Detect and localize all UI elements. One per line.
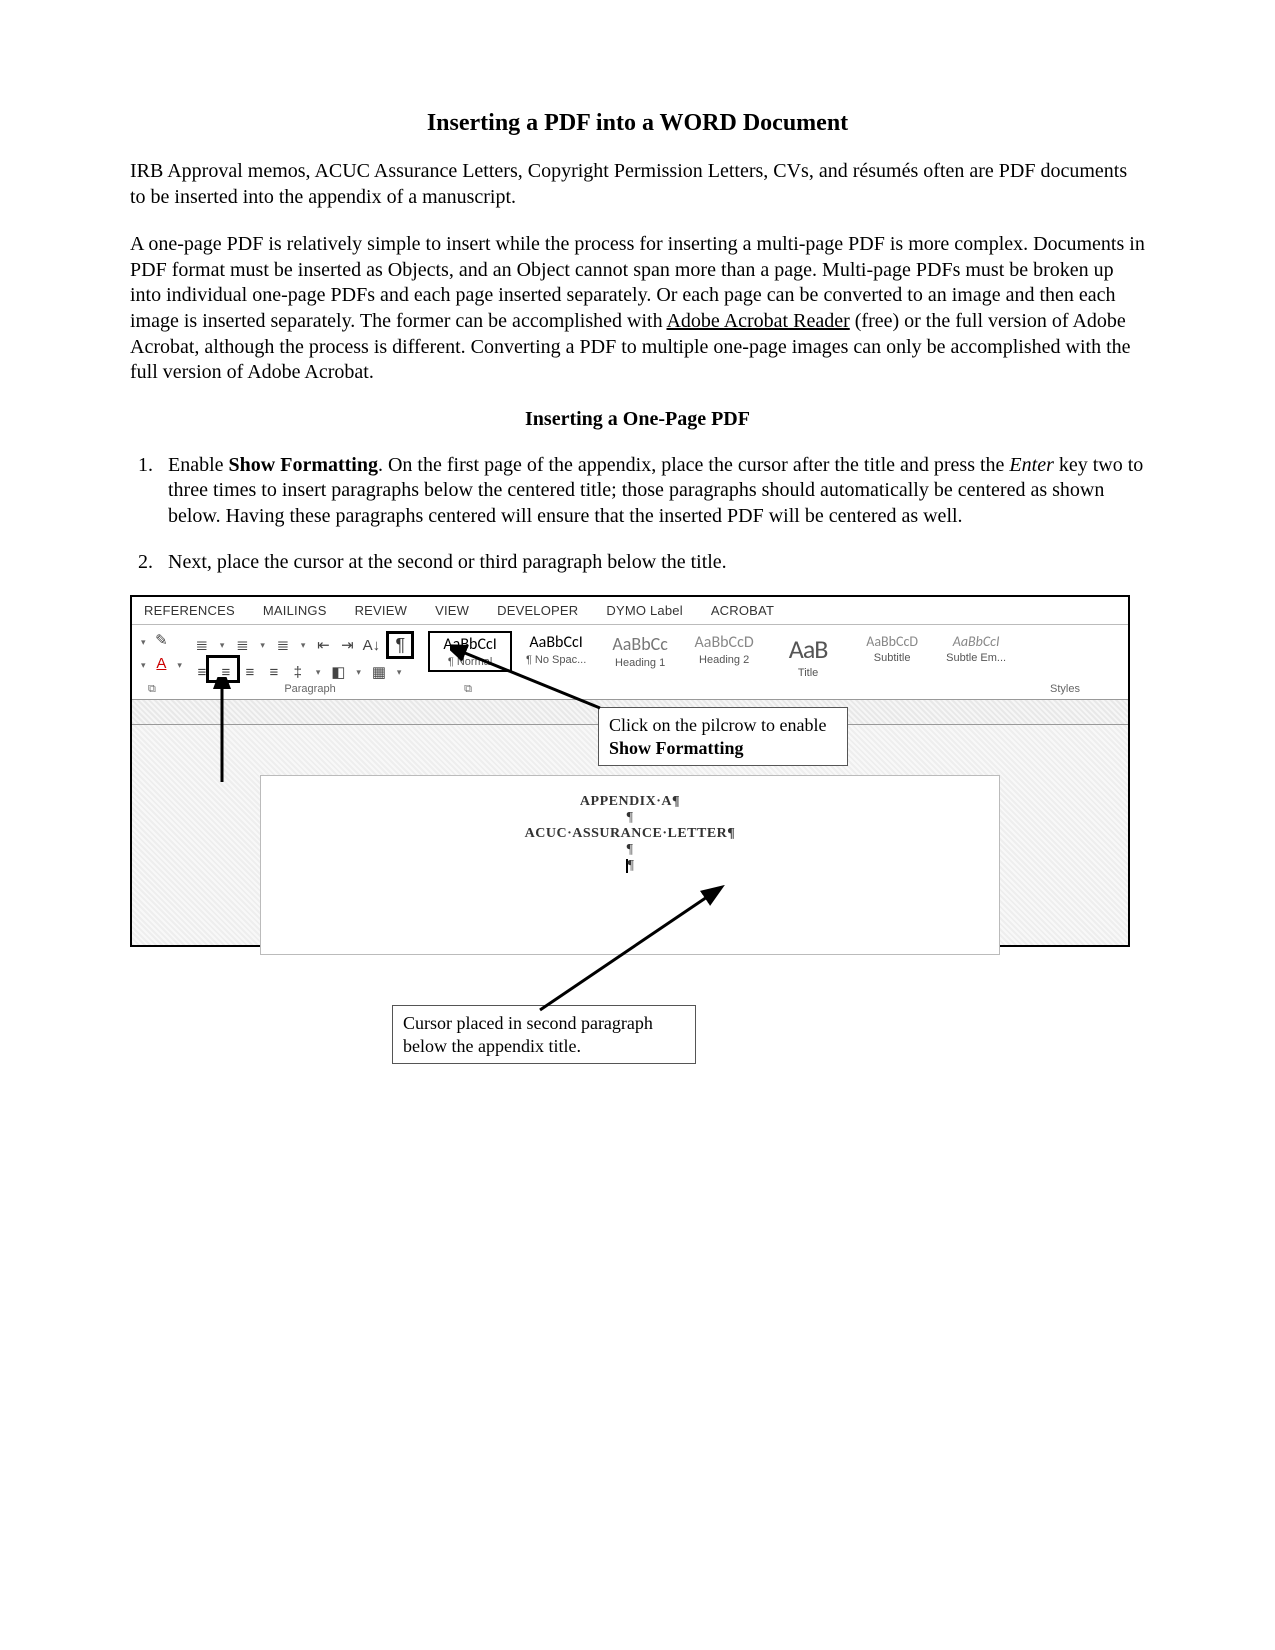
tab-review[interactable]: REVIEW — [355, 603, 407, 618]
line-spacing-dropdown-icon[interactable]: ▾ — [313, 667, 324, 678]
borders-dropdown-icon[interactable]: ▾ — [394, 667, 405, 678]
style-subtleem-label: Subtle Em... — [946, 652, 1006, 664]
style-subtitle[interactable]: AaBbCcD Subtitle — [852, 631, 932, 666]
doc-cursor-paragraph: ¶ — [626, 858, 635, 874]
step1-a: Enable — [168, 454, 229, 476]
format-painter-icon[interactable]: ✎ — [152, 631, 170, 649]
style-h1-label: Heading 1 — [615, 657, 665, 669]
word-ribbon-figure: REFERENCES MAILINGS REVIEW VIEW DEVELOPE… — [130, 595, 1130, 947]
style-h1-preview: AaBbCc — [612, 633, 668, 655]
step1-enter-key: Enter — [1009, 454, 1053, 476]
decrease-indent-icon[interactable]: ⇤ — [314, 636, 332, 654]
style-nospac-label: ¶ No Spac... — [526, 654, 586, 666]
style-normal-preview: AaBbCcI — [443, 635, 496, 654]
tab-acrobat[interactable]: ACROBAT — [711, 603, 774, 618]
styles-gallery: AaBbCcI ¶ Normal AaBbCcI ¶ No Spac... Aa… — [422, 631, 1122, 681]
style-normal[interactable]: AaBbCcI ¶ Normal — [428, 631, 512, 672]
styles-group-label: Styles — [1050, 683, 1080, 695]
show-formatting-pilcrow-button[interactable]: ¶ — [386, 631, 414, 659]
align-center-icon[interactable]: ≡ — [217, 664, 235, 681]
sort-icon[interactable]: A↓ — [362, 637, 380, 654]
tab-developer[interactable]: DEVELOPER — [497, 603, 578, 618]
intro-paragraph-1: IRB Approval memos, ACUC Assurance Lette… — [130, 159, 1145, 210]
borders-icon[interactable]: ▦ — [370, 663, 388, 681]
style-heading-1[interactable]: AaBbCc Heading 1 — [600, 631, 680, 671]
paragraph-group-label: Paragraph — [284, 683, 335, 695]
paragraph-group: ≣ ▾ ≣ ▾ ≣ ▾ ⇤ ⇥ A↓ ¶ ≡ ≡ ≡ ≡ ‡ ▾ ◧ ▾ — [193, 631, 422, 681]
ribbon-tabs: REFERENCES MAILINGS REVIEW VIEW DEVELOPE… — [132, 597, 1128, 625]
ribbon-body: ▾ ✎ ▾ A ▾ ≣ ▾ ≣ ▾ ≣ ▾ ⇤ ⇥ A↓ ¶ ≡ — [132, 625, 1128, 681]
style-title-label: Title — [798, 667, 818, 679]
line-spacing-icon[interactable]: ‡ — [289, 664, 307, 681]
style-h2-label: Heading 2 — [699, 654, 749, 666]
document-page[interactable]: APPENDIX·A¶ ¶ ACUC·ASSURANCE·LETTER¶ ¶ ¶ — [260, 775, 999, 955]
shading-dropdown-icon[interactable]: ▾ — [353, 667, 364, 678]
doc-line-appendix: APPENDIX·A¶ — [580, 794, 680, 810]
justify-icon[interactable]: ≡ — [265, 664, 283, 681]
doc-pilcrow-3: ¶ — [628, 858, 635, 873]
tab-mailings[interactable]: MAILINGS — [263, 603, 327, 618]
step-1: Enable Show Formatting. On the first pag… — [158, 453, 1145, 530]
style-subtleem-preview: AaBbCcI — [953, 633, 1000, 650]
style-no-spacing[interactable]: AaBbCcI ¶ No Spac... — [516, 631, 596, 668]
word-ribbon-panel: REFERENCES MAILINGS REVIEW VIEW DEVELOPE… — [130, 595, 1130, 947]
style-heading-2[interactable]: AaBbCcD Heading 2 — [684, 631, 764, 668]
multilevel-list-icon[interactable]: ≣ — [274, 636, 292, 654]
style-subtitle-preview: AaBbCcD — [866, 633, 918, 650]
font-group-launcher-icon[interactable]: ⧉ — [148, 683, 156, 696]
shading-icon[interactable]: ◧ — [329, 663, 347, 681]
style-title-preview: AaB — [789, 633, 828, 665]
tab-view[interactable]: VIEW — [435, 603, 469, 618]
style-h2-preview: AaBbCcD — [695, 633, 754, 652]
font-color-dropdown-icon[interactable]: ▾ — [138, 660, 149, 670]
paragraph-group-launcher-icon[interactable]: ⧉ — [464, 683, 472, 696]
style-title[interactable]: AaB Title — [768, 631, 848, 681]
doc-line-acuc: ACUC·ASSURANCE·LETTER¶ — [525, 826, 736, 842]
tab-dymo[interactable]: DYMO Label — [606, 603, 682, 618]
style-subtitle-label: Subtitle — [874, 652, 911, 664]
font-color-icon[interactable]: A — [152, 655, 170, 672]
tab-references[interactable]: REFERENCES — [144, 603, 235, 618]
font-color-more-icon[interactable]: ▾ — [174, 660, 185, 670]
bulleted-list-dropdown-icon[interactable]: ▾ — [217, 640, 228, 651]
align-right-icon[interactable]: ≡ — [241, 664, 259, 681]
align-left-icon[interactable]: ≡ — [193, 664, 211, 681]
callout-pilcrow: Click on the pilcrow to enable Show Form… — [598, 707, 848, 766]
callout-cursor: Cursor placed in second paragraph below … — [392, 1005, 696, 1064]
bulleted-list-icon[interactable]: ≣ — [193, 636, 211, 654]
doc-pilcrow-2: ¶ — [627, 842, 634, 858]
callout-pilcrow-text-b: Show Formatting — [609, 738, 744, 758]
increase-indent-icon[interactable]: ⇥ — [338, 636, 356, 654]
page-title: Inserting a PDF into a WORD Document — [130, 110, 1145, 137]
multilevel-list-dropdown-icon[interactable]: ▾ — [298, 640, 309, 651]
style-nospac-preview: AaBbCcI — [529, 633, 582, 652]
adobe-reader-link[interactable]: Adobe Acrobat Reader — [666, 310, 849, 332]
numbered-list-icon[interactable]: ≣ — [233, 636, 251, 654]
step1-bold: Show Formatting — [229, 454, 378, 476]
doc-pilcrow-1: ¶ — [627, 810, 634, 826]
step-2: Next, place the cursor at the second or … — [158, 550, 1145, 576]
callout-pilcrow-text-a: Click on the pilcrow to enable — [609, 715, 826, 735]
numbered-list-dropdown-icon[interactable]: ▾ — [257, 640, 268, 651]
step1-b: . On the first page of the appendix, pla… — [378, 454, 1009, 476]
style-normal-label: ¶ Normal — [448, 656, 492, 668]
style-subtle-emphasis[interactable]: AaBbCcI Subtle Em... — [936, 631, 1016, 666]
intro-paragraph-2: A one-page PDF is relatively simple to i… — [130, 232, 1145, 386]
font-dropdown-icon[interactable]: ▾ — [138, 637, 149, 647]
section-subhead: Inserting a One-Page PDF — [130, 408, 1145, 431]
